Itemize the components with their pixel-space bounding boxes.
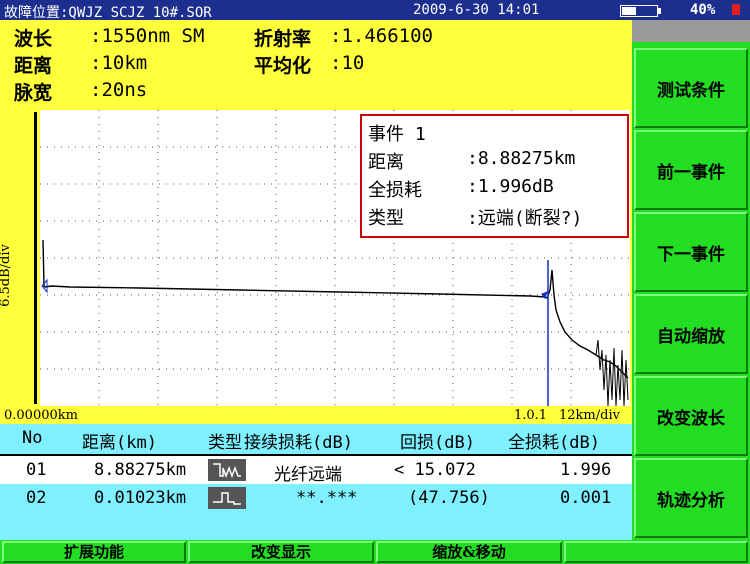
ior-value: :1.466100 [330, 25, 433, 47]
row-total: 1.996 [560, 460, 612, 480]
y-axis [34, 112, 37, 404]
battery-icon [620, 5, 661, 17]
trace-analysis-button[interactable]: 轨迹分析 [634, 458, 748, 538]
auto-zoom-button[interactable]: 自动缩放 [634, 294, 748, 374]
ior-label: 折射率 [254, 28, 312, 50]
table-row[interactable]: 02 0.01023km **.*** (47.756) 0.001 [0, 484, 632, 512]
col-no: No [22, 428, 43, 448]
distance-value: :10km [90, 52, 148, 74]
datetime: 2009-6-30 14:01 [413, 2, 540, 18]
event-loss-label: 全损耗 [368, 180, 422, 201]
row-return-loss: < 15.072 [394, 460, 476, 480]
measurement-info: 波长 :1550nm SM 折射率 :1.466100 距离 :10km 平均化… [0, 20, 632, 108]
event-type-value: :远端(断裂?) [467, 208, 583, 229]
previous-event-button[interactable]: 前一事件 [634, 130, 748, 210]
table-row[interactable]: 01 8.88275km 光纤远端 < 15.072 1.996 [0, 456, 632, 485]
blank-function-button[interactable] [564, 541, 748, 563]
pulse-label: 脉宽 [14, 82, 53, 104]
event-loss-value: :1.996dB [467, 176, 554, 197]
row-splice: **.*** [296, 488, 358, 508]
battery-percent: 40% [690, 2, 716, 18]
row-total: 0.001 [560, 488, 612, 508]
row-no: 01 [26, 460, 47, 480]
row-splice: 光纤远端 [274, 465, 342, 485]
wavelength-label: 波长 [14, 28, 53, 50]
row-no: 02 [26, 488, 47, 508]
col-return-loss: 回损(dB) [400, 433, 475, 453]
row-return-loss: (47.756) [408, 488, 490, 508]
row-distance: 8.88275km [94, 460, 187, 480]
event-info-box: 事件 1 距离 :8.88275km 全损耗 :1.996dB 类型 :远端(断… [360, 114, 629, 238]
test-conditions-button[interactable]: 测试条件 [634, 48, 748, 128]
wavelength-value: :1550nm SM [90, 25, 205, 47]
change-display-button[interactable]: 改变显示 [188, 541, 374, 563]
col-total-loss: 全损耗(dB) [508, 433, 600, 453]
next-event-button[interactable]: 下一事件 [634, 212, 748, 292]
col-splice-loss: 接续损耗(dB) [244, 433, 353, 453]
zoom-move-button[interactable]: 缩放&移动 [376, 541, 562, 563]
event-distance-label: 距离 [368, 152, 404, 173]
average-label: 平均化 [254, 55, 312, 77]
col-distance: 距离(km) [82, 433, 157, 453]
lock-icon [732, 4, 740, 15]
far-end-icon [208, 459, 246, 481]
event-title: 事件 1 [368, 124, 426, 145]
event-distance-value: :8.88275km [467, 148, 576, 169]
x-scale-label: 12km/div [559, 408, 620, 423]
col-type: 类型 [208, 433, 242, 453]
x-start-label: 0.00000km [4, 408, 78, 423]
change-wavelength-button[interactable]: 改变波长 [634, 376, 748, 456]
y-scale-label: 6.5dB/div [0, 244, 13, 307]
reflective-event-icon [208, 487, 246, 509]
file-location: 故障位置:QWJZ SCJZ_10#.SOR [4, 5, 212, 21]
average-value: :10 [330, 52, 365, 74]
title-bar: 故障位置:QWJZ SCJZ_10#.SOR 2009-6-30 14:01 4… [0, 0, 750, 21]
softkey-panel: 测试条件 前一事件 下一事件 自动缩放 改变波长 轨迹分析 [632, 20, 750, 540]
extended-functions-button[interactable]: 扩展功能 [2, 541, 186, 563]
x-marker-label: 1.0.1 [514, 408, 548, 423]
trace-noise [595, 339, 629, 407]
event-type-label: 类型 [368, 208, 404, 229]
row-distance: 0.01023km [94, 488, 187, 508]
event-table: No 距离(km) 类型 接续损耗(dB) 回损(dB) 全损耗(dB) 01 … [0, 424, 632, 540]
bottom-function-bar: 扩展功能 改变显示 缩放&移动 [0, 540, 750, 564]
pulse-value: :20ns [90, 79, 148, 101]
trace-line [42, 239, 629, 379]
table-header: No 距离(km) 类型 接续损耗(dB) 回损(dB) 全损耗(dB) [0, 424, 632, 456]
distance-label: 距离 [14, 55, 53, 77]
